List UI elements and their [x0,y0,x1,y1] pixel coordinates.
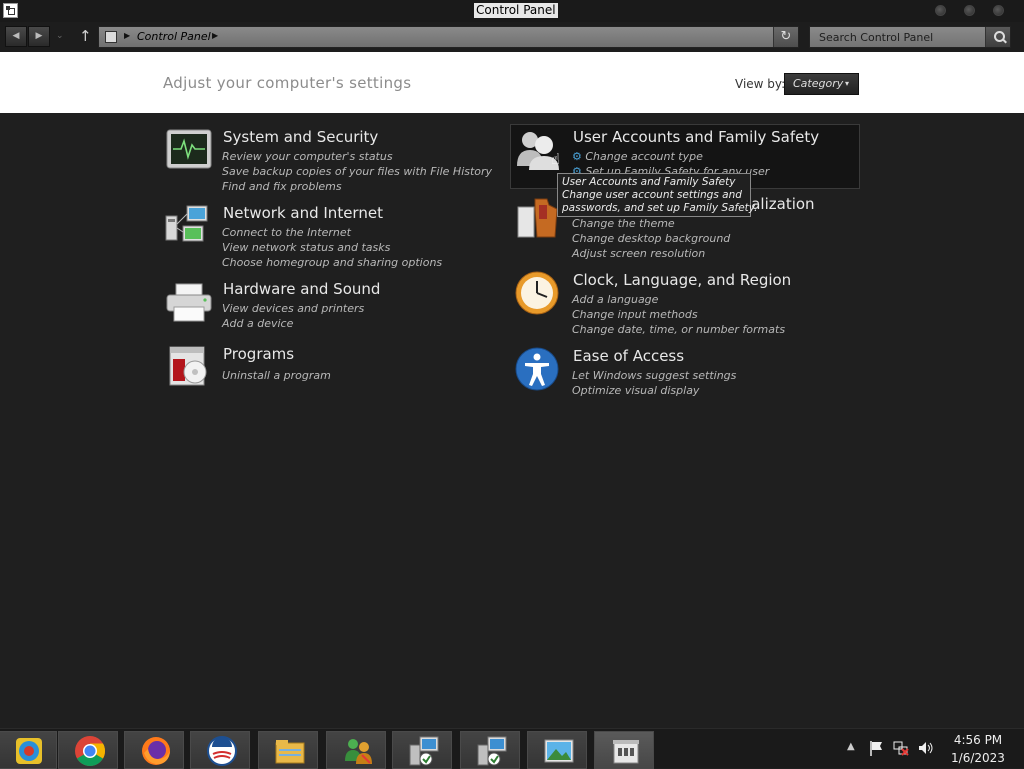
category-title[interactable]: Network and Internet [223,204,383,222]
window-title: Control Panel [474,3,558,18]
taskbar-remote-desktop-1[interactable] [392,731,452,769]
link-uninstall-program[interactable]: Uninstall a program [222,368,331,383]
link-desktop-background[interactable]: Change desktop background [572,231,730,246]
minimize-button[interactable] [935,5,946,16]
refresh-button[interactable]: ↻ [773,27,798,47]
shield-gear-icon: ⚙ [572,150,582,163]
tooltip: User Accounts and Family Safety Change u… [557,173,758,217]
recent-locations-button[interactable]: ⌄ [56,31,64,41]
view-by-label: View by: [735,77,786,91]
clock-time[interactable]: 4:56 PM [940,733,1016,747]
category-title[interactable]: Hardware and Sound [223,280,380,298]
link-optimize-display[interactable]: Optimize visual display [572,383,736,398]
link-change-account-type[interactable]: ⚙ Change account type [572,149,769,164]
back-button[interactable]: ◀ [5,26,27,47]
tooltip-line: Change user account settings and [562,189,742,201]
network-disconnected-icon[interactable] [892,739,910,757]
maximize-button[interactable] [964,5,975,16]
category-title[interactable]: Ease of Access [573,347,684,365]
obama-logo-icon [207,736,237,766]
taskbar-users-network[interactable] [326,731,386,769]
link-devices-printers[interactable]: View devices and printers [222,301,364,316]
link-suggest-settings[interactable]: Let Windows suggest settings [572,368,736,383]
tooltip-line: User Accounts and Family Safety [562,176,736,188]
control-panel-app-icon[interactable] [3,3,18,18]
network-icon[interactable] [165,204,215,250]
breadcrumb-separator-icon[interactable]: ▶ [212,31,218,40]
address-bar[interactable]: ▶ Control Panel ▶ ↻ [98,26,799,48]
arrow-left-icon: ◀ [12,31,20,41]
taskbar-remote-desktop-2[interactable] [460,731,520,769]
taskbar-photo-viewer[interactable] [527,731,587,769]
printer-icon[interactable] [165,280,215,326]
link-change-theme[interactable]: Change the theme [572,216,730,231]
arrow-up-icon: ↑ [79,27,92,45]
view-by-dropdown[interactable]: Category ▾ [784,73,859,95]
chrome-icon [75,736,106,767]
search-icon[interactable] [985,27,1010,47]
link-connect-internet[interactable]: Connect to the Internet [222,225,442,240]
chevron-down-icon: ▾ [844,79,849,88]
clock-icon[interactable] [515,271,565,317]
show-hidden-icons-button[interactable]: ▲ [847,741,855,752]
view-by-value: Category [793,77,844,90]
firefox-icon [142,737,170,765]
control-panel-icon [105,31,117,43]
hand-cursor-icon: ☝ [551,150,561,168]
category-title[interactable]: User Accounts and Family Safety [573,128,819,146]
link-date-time-formats[interactable]: Change date, time, or number formats [572,322,785,337]
taskbar-control-panel[interactable] [0,731,57,769]
page-header: Adjust your computer's settings View by:… [0,52,1024,113]
remote-desktop-icon [477,736,507,766]
file-explorer-icon [275,740,305,764]
search-box[interactable] [809,26,1011,48]
category-title[interactable]: Clock, Language, and Region [573,271,791,289]
refresh-icon: ↻ [780,29,792,44]
clock-date[interactable]: 1/6/2023 [940,751,1016,765]
taskbar-chrome[interactable] [58,731,118,769]
title-bar: Control Panel [0,0,1024,22]
tooltip-line: passwords, and set up Family Safety. [562,202,758,214]
link-homegroup[interactable]: Choose homegroup and sharing options [222,255,442,270]
accessibility-icon[interactable] [515,347,565,393]
arrow-right-icon: ▶ [35,31,43,41]
navigation-bar: ◀ ▶ ⌄ ↑ ▶ Control Panel ▶ ↻ [0,22,1024,52]
link-file-history[interactable]: Save backup copies of your files with Fi… [222,164,492,179]
link-input-methods[interactable]: Change input methods [572,307,785,322]
category-title[interactable]: Programs [223,345,294,363]
link-screen-resolution[interactable]: Adjust screen resolution [572,246,730,261]
programs-icon[interactable] [165,345,215,391]
remote-desktop-icon [409,736,439,766]
page-title: Adjust your computer's settings [163,74,412,92]
link-add-device[interactable]: Add a device [222,316,364,331]
taskbar: ▲ 4:56 PM 1/6/2023 [0,728,1024,769]
link-fix-problems[interactable]: Find and fix problems [222,179,492,194]
taskbar-obama[interactable] [190,731,250,769]
forward-button[interactable]: ▶ [28,26,50,47]
users-network-icon [345,739,372,764]
taskbar-control-panel-window[interactable] [594,731,654,769]
breadcrumb-separator-icon[interactable]: ▶ [124,31,130,40]
control-panel-icon [16,738,42,764]
system-security-icon[interactable] [165,128,215,174]
store-icon [613,740,639,764]
up-button[interactable]: ↑ [79,27,92,45]
taskbar-firefox[interactable] [124,731,184,769]
link-review-status[interactable]: Review your computer's status [222,149,492,164]
volume-icon[interactable] [917,739,935,757]
photo-viewer-icon [544,739,574,763]
taskbar-file-explorer[interactable] [258,731,318,769]
close-button[interactable] [993,5,1004,16]
action-center-flag-icon[interactable] [868,739,886,757]
link-network-status[interactable]: View network status and tasks [222,240,442,255]
breadcrumb-control-panel[interactable]: Control Panel [137,30,211,43]
search-input[interactable] [810,27,986,47]
link-add-language[interactable]: Add a language [572,292,785,307]
category-title[interactable]: System and Security [223,128,378,146]
link-label: Change account type [585,150,703,163]
